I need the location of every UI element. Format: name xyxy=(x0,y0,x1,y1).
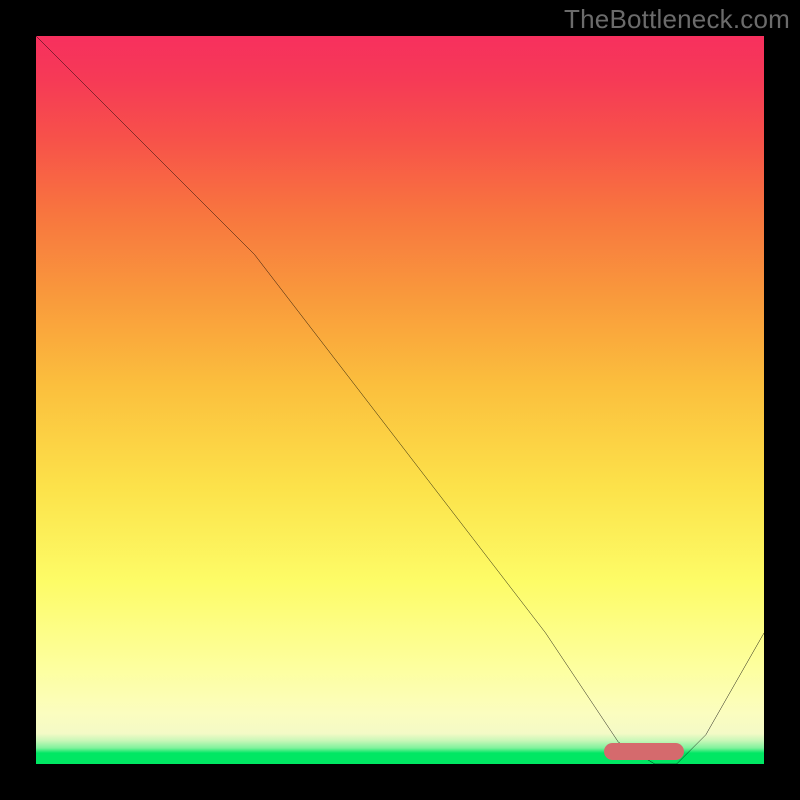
chart-frame: TheBottleneck.com xyxy=(0,0,800,800)
plot-area xyxy=(36,36,764,764)
watermark-text: TheBottleneck.com xyxy=(564,4,790,35)
optimal-range-marker xyxy=(604,743,684,760)
heat-gradient-bg xyxy=(36,36,764,764)
